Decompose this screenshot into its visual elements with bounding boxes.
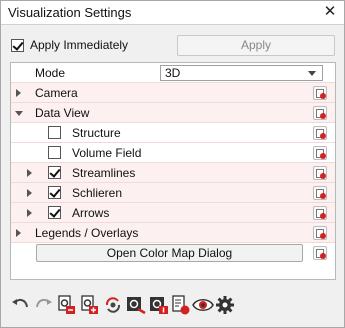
expand-arrow-icon[interactable] <box>27 169 32 177</box>
reset-color-map-icon[interactable] <box>313 246 327 260</box>
mode-select-value: 3D <box>165 66 181 80</box>
title-bar: Visualization Settings ✕ <box>1 1 344 25</box>
streamlines-label: Streamlines <box>72 166 136 180</box>
collapse-arrow-icon[interactable] <box>15 111 23 116</box>
chevron-down-icon <box>308 71 316 76</box>
volume-field-checkbox[interactable] <box>48 146 61 159</box>
arrows-checkbox[interactable] <box>48 206 61 219</box>
bottom-toolbar <box>10 294 340 320</box>
tree-row-color-map: Open Color Map Dialog <box>11 243 335 263</box>
settings-import-icon[interactable] <box>148 294 170 316</box>
reset-streamlines-icon[interactable] <box>313 166 327 180</box>
expand-arrow-icon[interactable] <box>16 89 21 97</box>
schlieren-label: Schlieren <box>72 186 123 200</box>
tree-row-structure[interactable]: Structure <box>11 123 335 143</box>
apply-immediately-label[interactable]: Apply Immediately <box>30 38 128 52</box>
save-settings-icon[interactable] <box>79 294 101 316</box>
arrows-label: Arrows <box>72 206 110 220</box>
load-settings-icon[interactable] <box>56 294 78 316</box>
schlieren-checkbox[interactable] <box>48 186 61 199</box>
window-title: Visualization Settings <box>8 5 132 20</box>
close-icon[interactable]: ✕ <box>322 4 338 20</box>
open-color-map-button[interactable]: Open Color Map Dialog <box>36 244 303 262</box>
tree-row-schlieren[interactable]: Schlieren <box>11 183 335 203</box>
streamlines-checkbox[interactable] <box>48 166 61 179</box>
reset-file-icon[interactable] <box>170 294 192 316</box>
structure-label: Structure <box>72 126 121 140</box>
expand-arrow-icon[interactable] <box>27 189 32 197</box>
reset-legends-icon[interactable] <box>313 226 327 240</box>
tree-row-camera[interactable]: Camera <box>11 83 335 103</box>
visualization-settings-window: Visualization Settings ✕ Apply Immediate… <box>0 0 345 328</box>
volume-field-label: Volume Field <box>72 146 142 160</box>
camera-label: Camera <box>35 86 78 100</box>
tree-row-arrows[interactable]: Arrows <box>11 203 335 223</box>
reset-camera-icon[interactable] <box>313 86 327 100</box>
reset-arrows-icon[interactable] <box>313 206 327 220</box>
reset-schlieren-icon[interactable] <box>313 186 327 200</box>
tree-row-data-view[interactable]: Data View <box>11 103 335 123</box>
reset-volume-field-icon[interactable] <box>313 146 327 160</box>
apply-immediately-checkbox[interactable] <box>11 39 24 52</box>
reset-data-view-icon[interactable] <box>313 106 327 120</box>
reset-structure-icon[interactable] <box>313 126 327 140</box>
apply-button[interactable]: Apply <box>177 35 335 56</box>
apply-row: Apply Immediately Apply <box>11 35 336 57</box>
structure-checkbox[interactable] <box>48 126 61 139</box>
gear-icon[interactable] <box>214 294 236 316</box>
visibility-icon[interactable] <box>192 294 214 316</box>
data-view-label: Data View <box>35 106 90 120</box>
tree-row-legends-overlays[interactable]: Legends / Overlays <box>11 223 335 243</box>
redo-icon[interactable] <box>32 294 54 316</box>
sync-icon[interactable] <box>102 294 124 316</box>
tree-row-mode: Mode 3D <box>11 63 335 83</box>
tree-row-streamlines[interactable]: Streamlines <box>11 163 335 183</box>
undo-icon[interactable] <box>10 294 32 316</box>
expand-arrow-icon[interactable] <box>27 209 32 217</box>
expand-arrow-icon[interactable] <box>16 229 21 237</box>
settings-export-icon[interactable] <box>125 294 147 316</box>
tree-row-volume-field[interactable]: Volume Field <box>11 143 335 163</box>
legends-overlays-label: Legends / Overlays <box>35 226 139 240</box>
settings-tree: Mode 3D Camera Data View Structure Volum… <box>10 62 336 280</box>
mode-select[interactable]: 3D <box>160 65 323 81</box>
mode-label: Mode <box>35 66 66 80</box>
